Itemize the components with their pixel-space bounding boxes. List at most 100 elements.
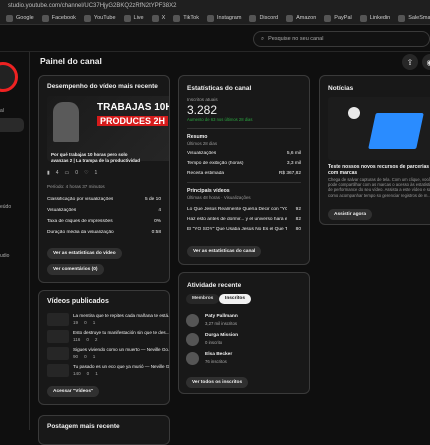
video-stats: 19 0 1 (73, 320, 95, 325)
stat-likes: 1 (95, 371, 98, 376)
bookmark-label: Facebook (51, 15, 76, 21)
subscriber-name: Paty Pallmann (205, 314, 238, 319)
video-stats: 116 0 2 (73, 337, 97, 342)
video-title: La mentira que te repites cada mañana te… (73, 313, 169, 318)
bookmark-favicon-icon (6, 14, 13, 22)
row-label: Haz esto antes de dormir... y el univers… (187, 217, 287, 222)
top-video-row: Lo Que Jesús Realmente Quería Decir con … (187, 207, 301, 212)
row-label: Duração média da visualização (47, 230, 114, 235)
published-videos-card: Vídeos publicados La mentira que te repi… (38, 290, 170, 405)
bookmark-item[interactable]: Linkedin (359, 14, 391, 22)
video-analytics-button[interactable]: Ver as estatísticas do vídeo (47, 248, 122, 259)
video-title: Esto destruye tu manifestación sin que t… (73, 330, 169, 335)
tab-members[interactable]: Membros (186, 294, 220, 304)
metric-row: Visualizações 5,6 mil (187, 151, 301, 156)
row-value: 92 (295, 207, 301, 212)
bookmark-favicon-icon (359, 14, 367, 22)
bookmark-item[interactable]: Discord (249, 14, 279, 22)
thumb-line1: TRABAJAS 10H (97, 102, 170, 113)
bookmark-label: TikTok (183, 15, 199, 21)
channel-stats-card: Estatísticas do canal Inscritos atuais 3… (178, 75, 310, 265)
row-value: 5 de 10 (144, 197, 161, 202)
bookmark-item[interactable]: TikTok (173, 14, 199, 22)
published-video-row[interactable]: Tu pasado es un eco que ya murió — Nevil… (47, 363, 169, 383)
video-stats: 140 0 1 (73, 371, 98, 376)
news-image[interactable] (328, 97, 430, 160)
metric-row: Duração média da visualização 0:58 (47, 230, 161, 235)
bookmark-item[interactable]: Live (123, 14, 144, 22)
bookmark-favicon-icon (286, 14, 294, 22)
studio-header: ⌕ Pesquise no seu canal (0, 25, 430, 52)
channel-search[interactable]: ⌕ Pesquise no seu canal (253, 31, 430, 47)
bookmark-item[interactable]: Google (6, 14, 34, 22)
bookmark-favicon-icon (151, 14, 159, 22)
sidebar-item-content[interactable]: eúdo (0, 204, 11, 210)
video-stats: 90 0 1 (73, 354, 95, 359)
sidebar-item-dashboard[interactable] (0, 118, 24, 132)
bookmark-label: Instagram (216, 15, 242, 21)
channel-analytics-button[interactable]: Ver as estatísticas do canal (187, 246, 262, 257)
subscriber-row[interactable]: Elsa Becker 76 inscritos (186, 351, 296, 371)
row-value: 3,3 mil (286, 161, 301, 166)
bookmark-item[interactable]: YouTube (83, 14, 116, 22)
stat-comments: 0 (86, 371, 90, 376)
bookmark-item[interactable]: SaleSmartly (398, 14, 430, 22)
bookmark-label: Live (133, 15, 144, 21)
bookmark-label: YouTube (93, 15, 116, 21)
watch-now-button[interactable]: Assistir agora (328, 209, 372, 220)
subscriber-count: 3,27 mil inscritos (205, 321, 237, 326)
card-title: Vídeos publicados (47, 298, 109, 305)
bookmark-label: Linkedin (369, 15, 391, 21)
row-label: Tempo de exibição (horas) (187, 161, 244, 166)
dollar-icon (348, 107, 360, 119)
channel-avatar[interactable] (0, 62, 18, 92)
subscriber-count: 0 inscrito (205, 340, 223, 345)
row-label: Taxa de cliques de impressões (47, 219, 113, 224)
metric-row: Classificação por visualizações 5 de 10 (47, 197, 161, 202)
bookmark-label: SaleSmartly (408, 15, 430, 21)
video-thumbnail (47, 330, 69, 343)
upload-icon[interactable]: ⇪ (402, 54, 418, 70)
avatar (186, 333, 199, 346)
tab-subscribers[interactable]: Inscritos (219, 294, 251, 304)
stat-likes: 1 (92, 354, 96, 359)
recent-post-card: Postagem mais recente (38, 415, 170, 445)
top-videos-title: Principais vídeos (187, 188, 230, 194)
subs-delta: Aumento de 63 nos últimos 28 dias (187, 117, 253, 122)
bookmark-favicon-icon (398, 14, 406, 22)
bookmark-item[interactable]: Amazon (286, 14, 316, 22)
bookmark-item[interactable]: Facebook (41, 14, 76, 22)
video-thumbnail (47, 313, 69, 326)
metric-row: Taxa de cliques de impressões 0% (47, 219, 161, 224)
avatar (186, 352, 199, 365)
go-to-videos-button[interactable]: Acessar "Vídeos" (47, 386, 100, 397)
summary-period: Últimos 28 dias (187, 141, 218, 146)
bookmark-item[interactable]: X (151, 14, 165, 22)
like-icon: ♡ (84, 170, 89, 176)
live-icon[interactable]: ◉ (422, 54, 430, 70)
stat-likes: 1 (92, 320, 96, 325)
sidebar-item-audio[interactable]: udio (0, 253, 9, 259)
subscriber-row[interactable]: Durga Mission 0 inscrito (186, 332, 296, 352)
card-title: Estatísticas do canal (187, 85, 252, 92)
bookmark-favicon-icon (249, 14, 257, 22)
row-value: 0% (154, 219, 161, 224)
search-icon: ⌕ (261, 35, 265, 42)
row-value: 0:58 (151, 230, 161, 235)
sidebar-label: al (0, 108, 4, 114)
metric-row: Receita estimada R$ 367,82 (187, 171, 301, 176)
comment-icon: ▭ (64, 170, 70, 176)
news-body: Chega de salvar capturas de tela. Com um… (328, 177, 430, 198)
bookmark-item[interactable]: PayPal (324, 14, 352, 22)
news-card: Notícias Teste nossos novos recursos de … (319, 75, 430, 225)
period: Período: 4 horas 37 minutos (47, 184, 105, 189)
all-subscribers-button[interactable]: Ver todos os inscritos (186, 377, 249, 388)
subscriber-row[interactable]: Paty Pallmann 3,27 mil inscritos (186, 313, 296, 333)
comments-button[interactable]: Ver comentários (0) (47, 264, 104, 275)
bookmark-item[interactable]: Instagram (206, 14, 242, 22)
address-bar[interactable]: studio.youtube.com/channel/UC37HjyG2BKQ2… (0, 0, 430, 12)
card-title: Postagem mais recente (47, 423, 120, 430)
bookmark-label: Discord (259, 15, 279, 21)
divider (187, 128, 301, 129)
stat-views: 4 (55, 170, 59, 176)
